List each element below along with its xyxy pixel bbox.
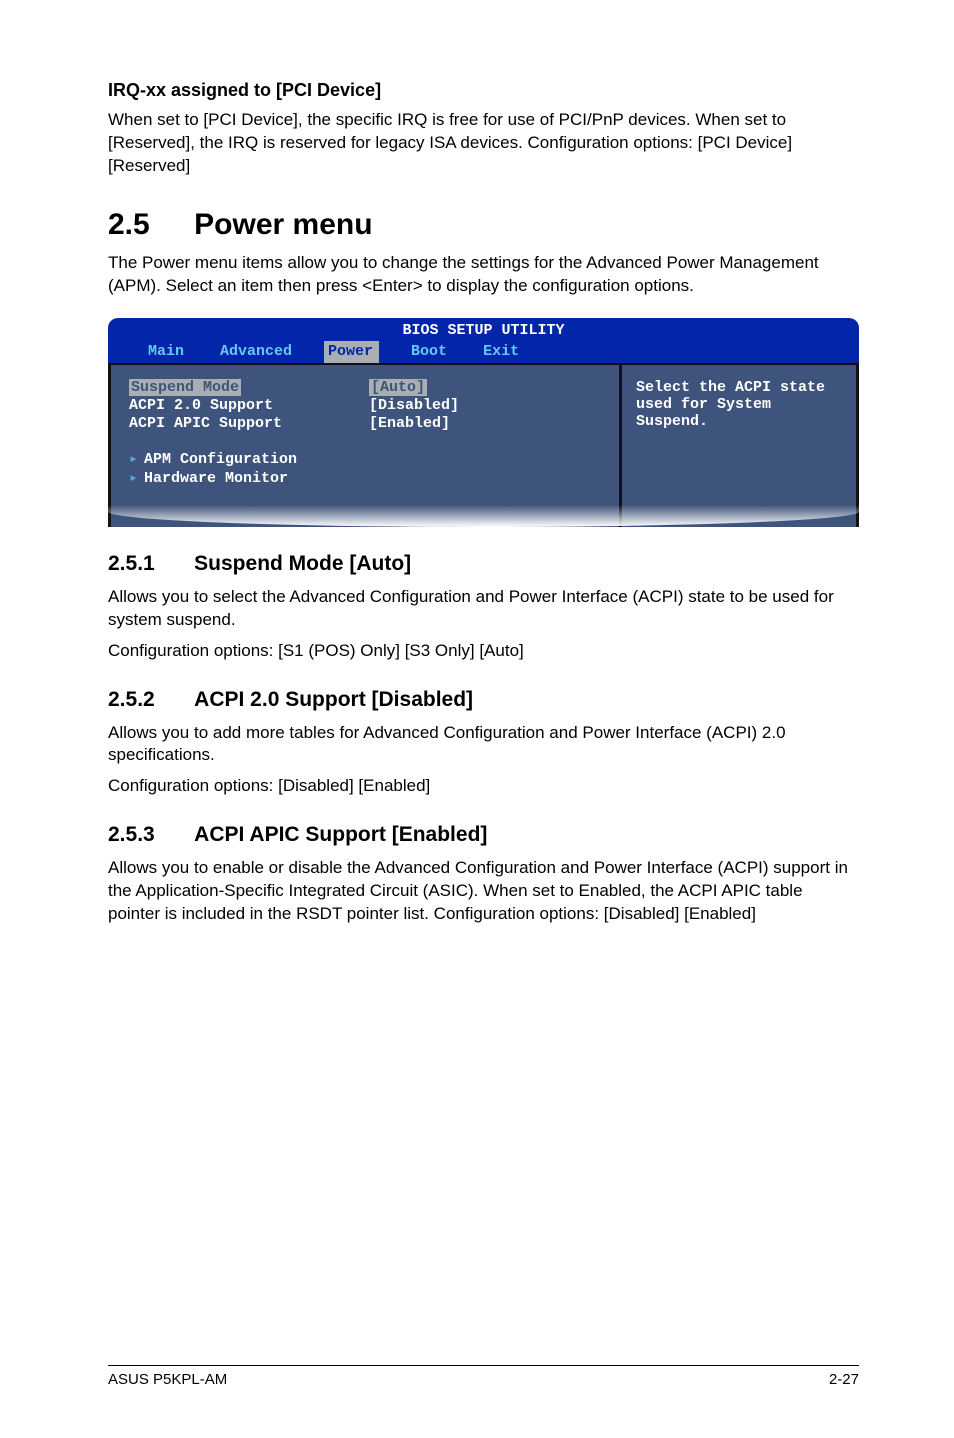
bios-left-pane: Suspend Mode [Auto] ACPI 2.0 Support [Di… (108, 363, 619, 527)
bios-suspend-label: Suspend Mode (129, 379, 241, 396)
section-2-5-2-number: 2.5.2 (108, 688, 155, 712)
section-2-5-3-title: ACPI APIC Support [Enabled] (194, 823, 487, 846)
bios-apm-label: APM Configuration (144, 451, 297, 468)
footer-left: ASUS P5KPL-AM (108, 1371, 227, 1388)
bios-body: Suspend Mode [Auto] ACPI 2.0 Support [Di… (108, 363, 859, 527)
triangle-right-icon: ▸ (129, 451, 138, 468)
section-2-5-3-header: 2.5.3 ACPI APIC Support [Enabled] (108, 823, 859, 847)
bios-title: BIOS SETUP UTILITY (108, 322, 859, 341)
section-2-5-intro: The Power menu items allow you to change… (108, 252, 859, 298)
bios-menubar: Main Advanced Power Boot Exit (108, 341, 859, 363)
bios-acpi20-value: [Disabled] (369, 397, 459, 414)
section-2-5-header: 2.5 Power menu (108, 208, 859, 242)
irq-body: When set to [PCI Device], the specific I… (108, 109, 859, 178)
section-2-5-1-number: 2.5.1 (108, 552, 155, 576)
bios-topbar: BIOS SETUP UTILITY Main Advanced Power B… (108, 318, 859, 363)
bios-row-suspend[interactable]: Suspend Mode [Auto] (129, 379, 609, 397)
bios-suspend-value: [Auto] (369, 379, 427, 396)
footer-right: 2-27 (829, 1371, 859, 1388)
section-2-5-1-config: Configuration options: [S1 (POS) Only] [… (108, 640, 859, 663)
bios-menu-advanced[interactable]: Advanced (216, 341, 296, 363)
bios-menu-exit[interactable]: Exit (479, 341, 523, 363)
bios-row-apic[interactable]: ACPI APIC Support [Enabled] (129, 415, 609, 433)
bios-panel: BIOS SETUP UTILITY Main Advanced Power B… (108, 318, 859, 527)
triangle-right-icon: ▸ (129, 470, 138, 487)
bios-apic-value: [Enabled] (369, 415, 450, 432)
section-2-5-2-title: ACPI 2.0 Support [Disabled] (194, 688, 473, 711)
bios-right-pane: Select the ACPI state used for System Su… (619, 363, 859, 527)
bios-row-acpi20[interactable]: ACPI 2.0 Support [Disabled] (129, 397, 609, 415)
section-2-5-number: 2.5 (108, 208, 150, 242)
bios-menu-main[interactable]: Main (144, 341, 188, 363)
bios-row-hwmon[interactable]: ▸ Hardware Monitor (129, 468, 609, 487)
section-2-5-3-body: Allows you to enable or disable the Adva… (108, 857, 859, 926)
section-2-5-2-body: Allows you to add more tables for Advanc… (108, 722, 859, 768)
section-2-5-1-body: Allows you to select the Advanced Config… (108, 586, 859, 632)
section-2-5-1-title: Suspend Mode [Auto] (194, 552, 411, 575)
irq-title: IRQ-xx assigned to [PCI Device] (108, 80, 859, 101)
page-footer: ASUS P5KPL-AM 2-27 (108, 1365, 859, 1388)
bios-help-text: Select the ACPI state used for System Su… (636, 379, 846, 430)
section-2-5-title: Power menu (194, 208, 372, 241)
bios-apic-label: ACPI APIC Support (129, 415, 282, 432)
bios-acpi20-label: ACPI 2.0 Support (129, 397, 273, 414)
section-2-5-2-config: Configuration options: [Disabled] [Enabl… (108, 775, 859, 798)
section-2-5-1-header: 2.5.1 Suspend Mode [Auto] (108, 552, 859, 576)
section-2-5-3-number: 2.5.3 (108, 823, 155, 847)
bios-menu-power[interactable]: Power (324, 341, 379, 363)
section-2-5-2-header: 2.5.2 ACPI 2.0 Support [Disabled] (108, 688, 859, 712)
bios-hwmon-label: Hardware Monitor (144, 470, 288, 487)
bios-menu-boot[interactable]: Boot (407, 341, 451, 363)
bios-row-apm[interactable]: ▸ APM Configuration (129, 449, 609, 468)
